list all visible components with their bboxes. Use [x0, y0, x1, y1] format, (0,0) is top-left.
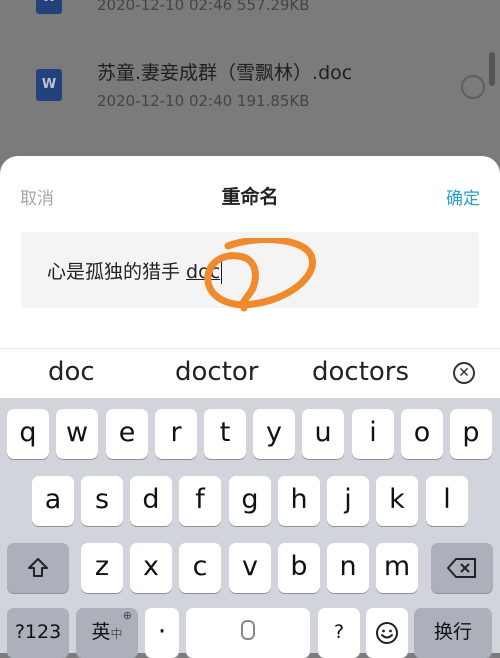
suggestion-item[interactable]: doctor — [175, 357, 259, 387]
key-w[interactable]: w — [56, 409, 98, 459]
key-r[interactable]: r — [155, 409, 197, 459]
question-key[interactable]: ? — [318, 608, 360, 658]
space-key[interactable] — [186, 608, 310, 658]
language-key[interactable]: 英中 ⊕ — [76, 608, 138, 658]
key-j[interactable]: j — [327, 476, 369, 526]
emoji-key[interactable] — [366, 608, 408, 658]
key-s[interactable]: s — [81, 476, 123, 526]
key-b[interactable]: b — [278, 543, 320, 593]
language-label: 英 — [91, 621, 111, 643]
scrollbar[interactable] — [489, 52, 495, 86]
key-v[interactable]: v — [229, 543, 271, 593]
key-t[interactable]: t — [204, 409, 246, 459]
file-list: W 2020-12-10 02:46 557.29KB W 苏童.妻妾成群（雪飘… — [0, 0, 500, 170]
key-f[interactable]: f — [179, 476, 221, 526]
return-key[interactable]: 换行 — [414, 608, 492, 658]
word-icon: W — [36, 0, 62, 14]
key-l[interactable]: l — [426, 476, 468, 526]
key-y[interactable]: y — [253, 409, 295, 459]
key-n[interactable]: n — [327, 543, 369, 593]
suggestion-bar: doc doctor doctors ✕ — [0, 348, 500, 399]
key-d[interactable]: d — [130, 476, 172, 526]
file-row[interactable]: W 2020-12-10 02:46 557.29KB — [0, 0, 500, 40]
key-z[interactable]: z — [81, 543, 123, 593]
microphone-icon — [241, 620, 255, 640]
confirm-button[interactable]: 确定 — [446, 184, 480, 209]
numbers-key[interactable]: ?123 — [7, 608, 69, 658]
select-radio[interactable] — [461, 75, 485, 99]
key-i[interactable]: i — [352, 409, 394, 459]
file-meta: 2020-12-10 02:46 557.29KB — [97, 0, 310, 14]
suggestion-item[interactable]: doc — [48, 357, 95, 387]
word-icon: W — [36, 69, 62, 101]
key-m[interactable]: m — [376, 543, 418, 593]
globe-icon: ⊕ — [122, 609, 132, 622]
key-c[interactable]: c — [179, 543, 221, 593]
emoji-icon — [376, 621, 398, 644]
suggestion-item[interactable]: doctors — [312, 357, 409, 387]
shift-arrow-icon — [28, 557, 48, 577]
file-row[interactable]: W 苏童.妻妾成群（雪飘林）.doc 2020-12-10 02:40 191.… — [0, 50, 500, 130]
key-h[interactable]: h — [278, 476, 320, 526]
file-name: 苏童.妻妾成群（雪飘林）.doc — [97, 62, 353, 84]
filename-value: 心是孤独的猎手 doc — [47, 257, 223, 284]
annotation-circle — [204, 238, 316, 312]
backspace-key[interactable] — [431, 543, 493, 593]
dot-key[interactable]: · — [145, 608, 179, 658]
key-a[interactable]: a — [32, 476, 74, 526]
filename-base: 心是孤独的猎手 — [47, 261, 187, 283]
language-sub-label: 中 — [110, 627, 123, 641]
dialog-title: 重命名 — [221, 186, 279, 208]
key-p[interactable]: p — [450, 409, 492, 459]
key-k[interactable]: k — [376, 476, 418, 526]
file-meta: 2020-12-10 02:40 191.85KB — [97, 92, 310, 110]
key-o[interactable]: o — [401, 409, 443, 459]
key-q[interactable]: q — [7, 409, 49, 459]
keyboard: q w e r t y u i o p a s d f g h j k l z … — [0, 398, 500, 658]
backspace-icon — [447, 557, 476, 578]
shift-key[interactable] — [7, 543, 69, 593]
key-x[interactable]: x — [130, 543, 172, 593]
close-suggestions-icon[interactable]: ✕ — [453, 362, 475, 384]
key-u[interactable]: u — [302, 409, 344, 459]
key-g[interactable]: g — [229, 476, 271, 526]
key-e[interactable]: e — [106, 409, 148, 459]
